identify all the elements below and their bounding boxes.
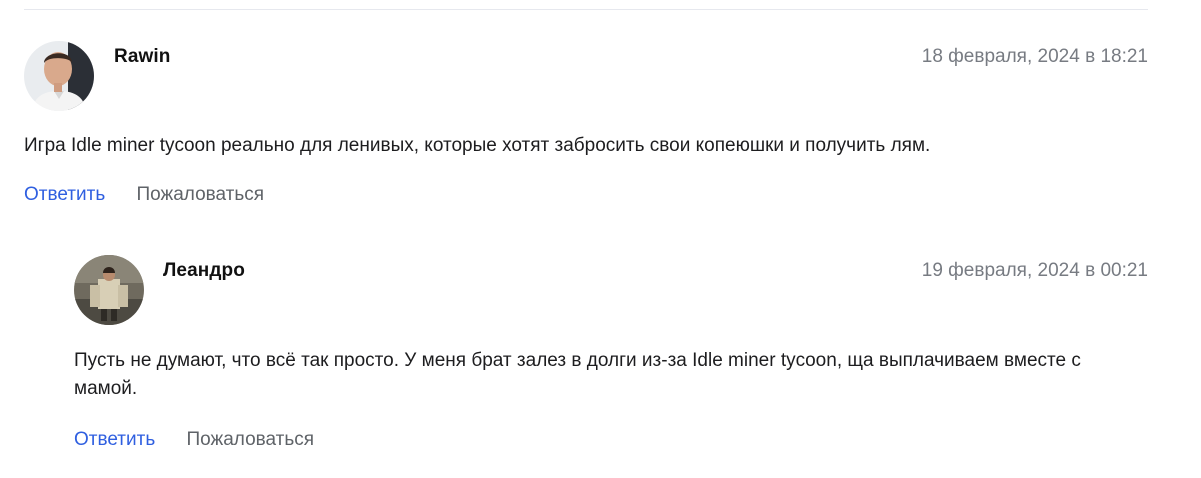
user-photo-icon	[24, 41, 94, 111]
top-divider	[24, 9, 1148, 10]
comment-author[interactable]: Леандро	[163, 260, 245, 282]
report-button[interactable]: Пожаловаться	[137, 184, 265, 205]
user-photo-icon	[74, 255, 144, 325]
comment-actions: Ответить Пожаловаться	[24, 184, 264, 206]
comment-text: Игра Idle miner tycoon реально для ленив…	[24, 135, 931, 156]
report-button[interactable]: Пожаловаться	[187, 429, 315, 450]
avatar[interactable]	[24, 41, 94, 111]
comment-text: Пусть не думают, что всё так просто. У м…	[74, 350, 1081, 399]
comment-date: 18 февраля, 2024 в 18:21	[921, 46, 1148, 67]
reply-button[interactable]: Ответить	[74, 429, 155, 450]
comment-actions: Ответить Пожаловаться	[74, 429, 314, 451]
reply-button[interactable]: Ответить	[24, 184, 105, 205]
comment-author[interactable]: Rawin	[114, 46, 170, 68]
avatar[interactable]	[74, 255, 144, 325]
comment-date: 19 февраля, 2024 в 00:21	[921, 260, 1148, 281]
